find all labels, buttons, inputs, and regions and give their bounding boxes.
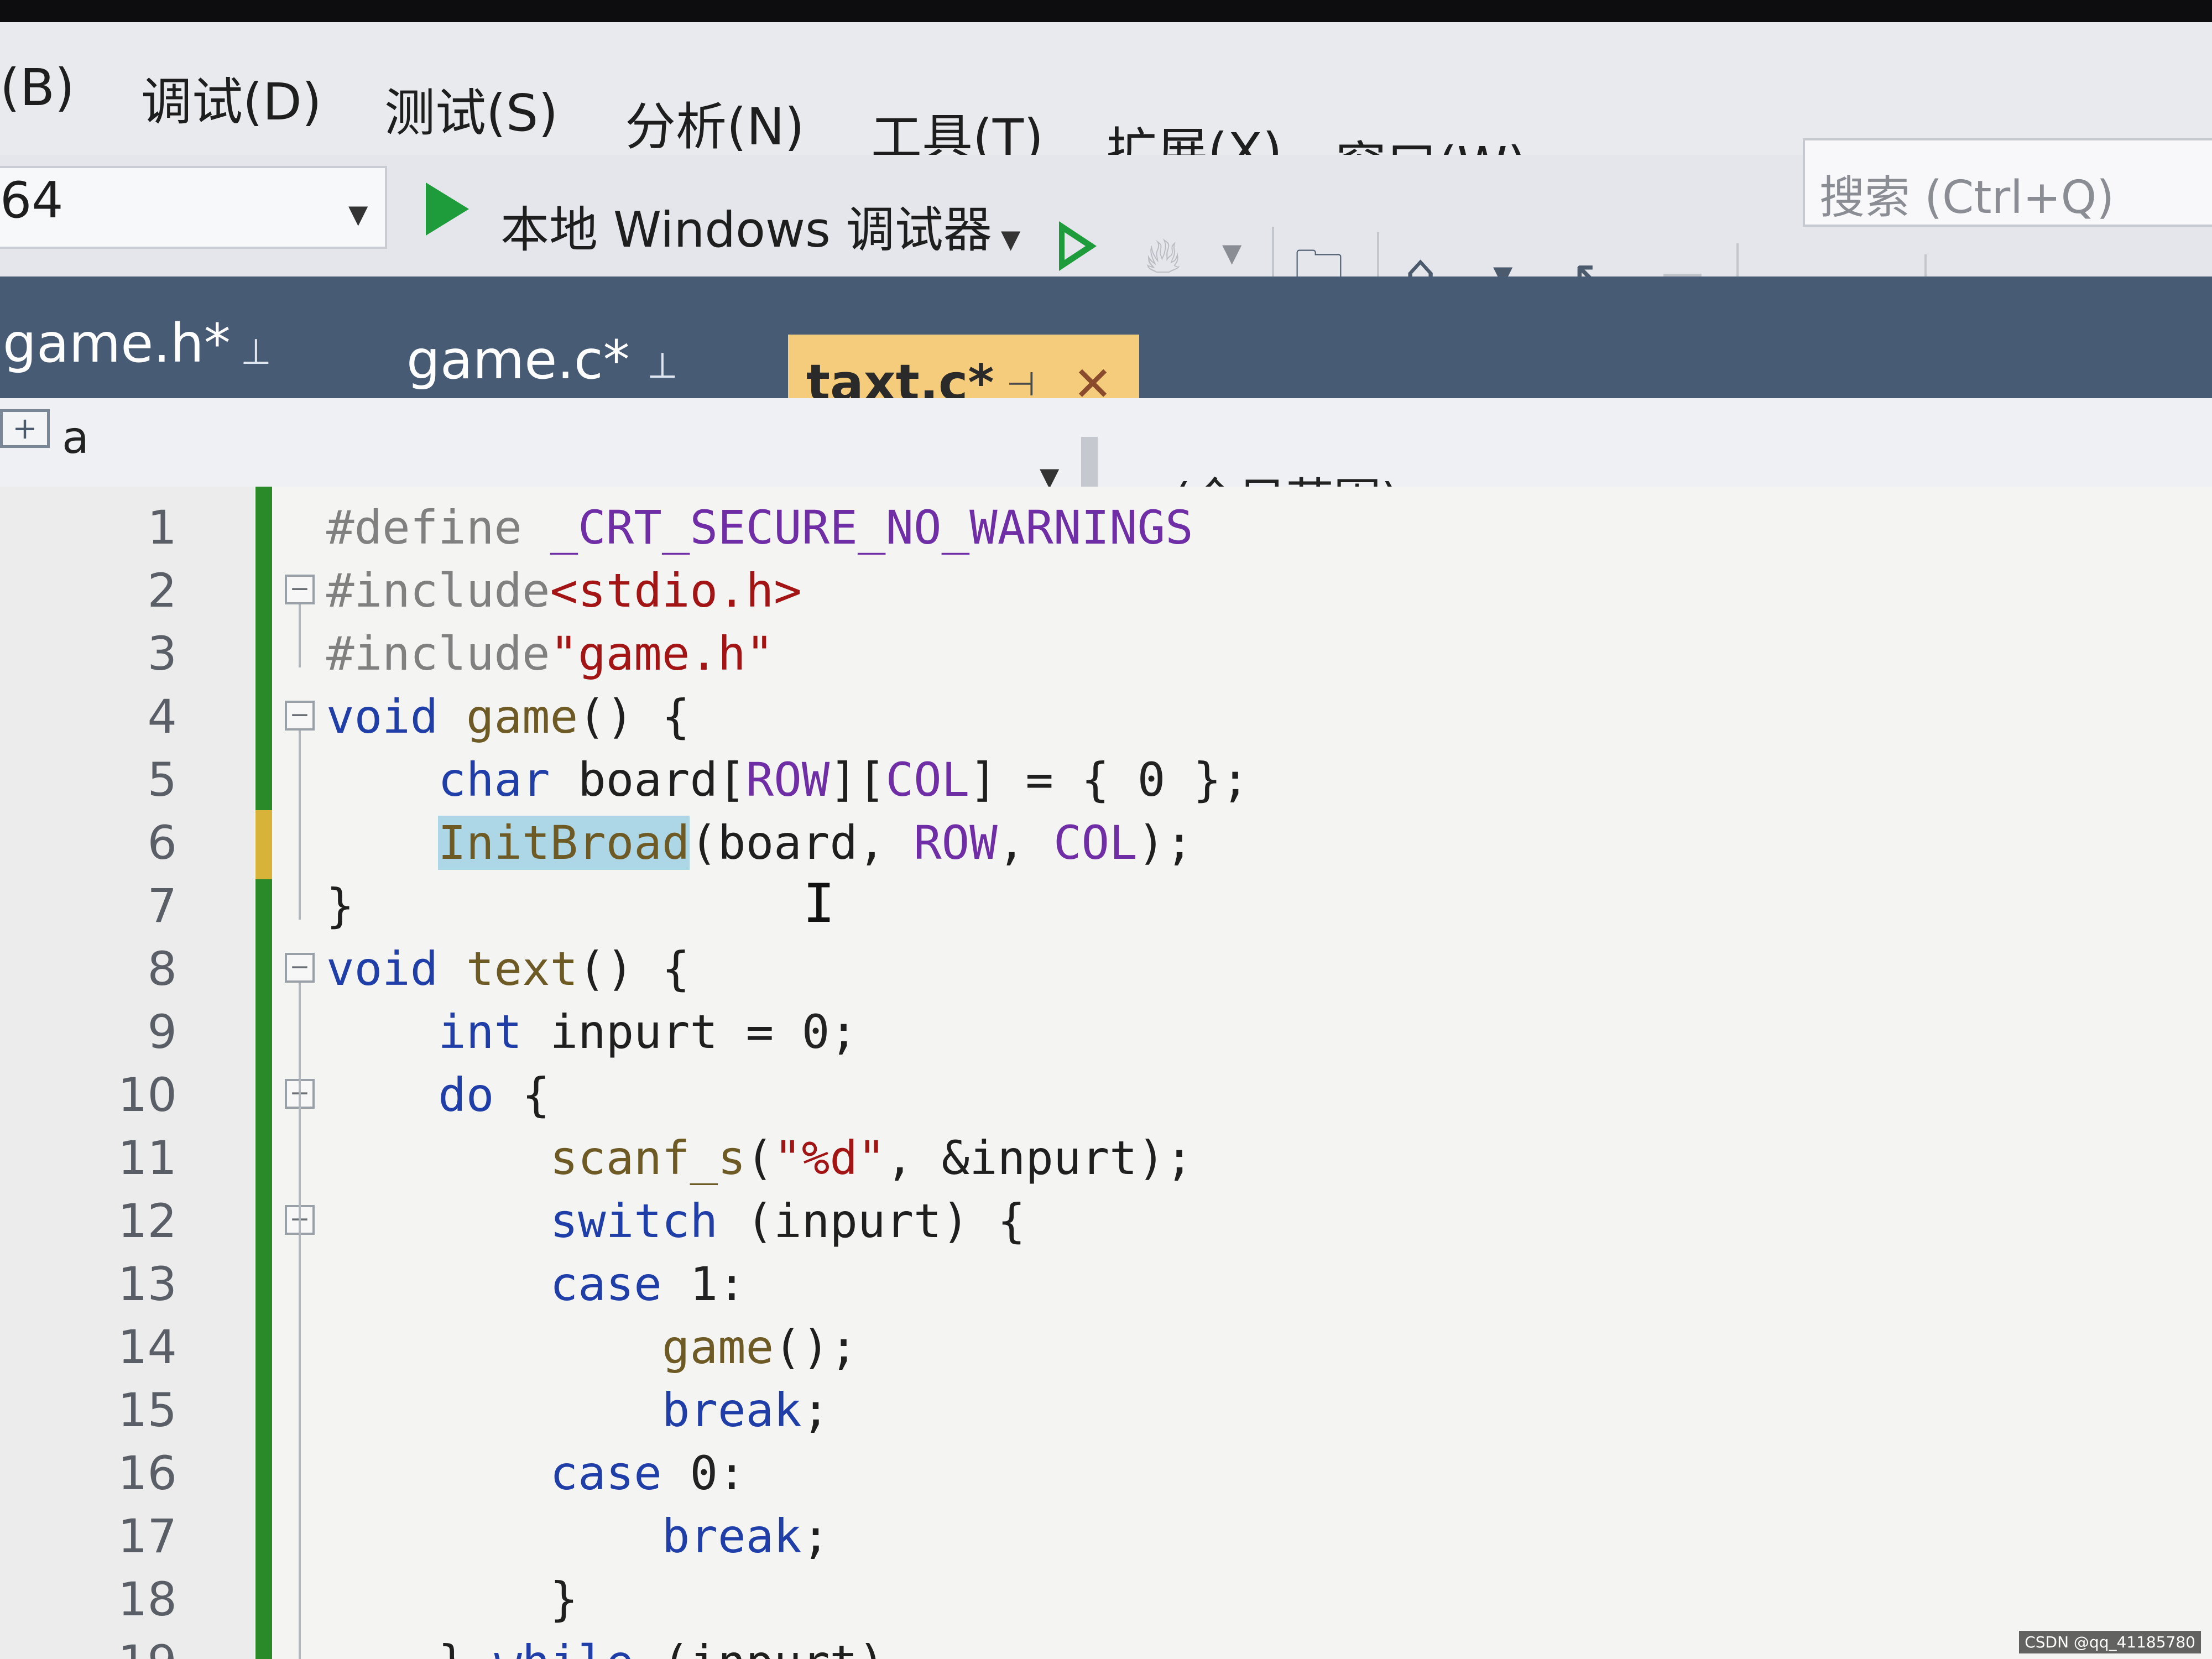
code-line[interactable]: do { xyxy=(326,1068,550,1122)
menu-analyze[interactable]: 分析(N) xyxy=(625,86,805,159)
fold-guide xyxy=(299,1235,301,1613)
watermark: CSDN @qq_41185780 xyxy=(2019,1631,2201,1653)
text-cursor-icon: I xyxy=(803,873,835,935)
tab-game-h[interactable]: game.h* xyxy=(3,312,231,374)
start-debugger-button[interactable]: 本地 Windows 调试器 xyxy=(500,191,992,261)
fold-guide xyxy=(299,604,301,667)
code-line[interactable]: InitBroad(board, ROW, COL); xyxy=(326,816,1193,870)
collapse-icon[interactable]: − xyxy=(285,575,315,604)
line-number: 19 xyxy=(0,1635,177,1659)
unsaved-change-marker xyxy=(255,810,272,879)
code-line[interactable]: #include<stdio.h> xyxy=(326,564,802,618)
ide-window: (B) 调试(D) 测试(S) 分析(N) 工具(T) 扩展(X) 窗口(W) … xyxy=(0,0,2212,1659)
play-outline-fill xyxy=(1065,232,1086,260)
code-line[interactable]: game(); xyxy=(326,1320,858,1374)
pin-icon[interactable]: ⊥ xyxy=(647,346,678,387)
code-line[interactable]: break; xyxy=(326,1509,830,1563)
line-number: 12 xyxy=(118,1194,177,1248)
line-number: 9 xyxy=(147,1005,177,1059)
collapse-icon[interactable]: − xyxy=(285,953,315,983)
code-line[interactable]: scanf_s("%d", &inpurt); xyxy=(326,1131,1193,1185)
change-tracking-bar xyxy=(255,487,272,1659)
code-line[interactable]: char board[ROW][COL] = { 0 }; xyxy=(326,753,1249,807)
line-number: 15 xyxy=(118,1383,177,1437)
menu-test[interactable]: 测试(S) xyxy=(384,72,558,145)
fold-guide xyxy=(299,731,301,920)
code-line[interactable]: void game() { xyxy=(326,690,690,744)
pin-icon[interactable]: ⊥ xyxy=(241,332,272,373)
line-number: 8 xyxy=(147,942,177,996)
chevron-down-icon[interactable]: ▼ xyxy=(1001,224,1020,254)
code-line[interactable]: case 0: xyxy=(326,1446,746,1500)
line-number: 13 xyxy=(118,1257,177,1311)
line-number: 5 xyxy=(147,753,177,807)
code-line[interactable]: case 1: xyxy=(326,1257,746,1311)
menu-debug[interactable]: 调试(D) xyxy=(141,61,322,134)
search-placeholder: 搜索 (Ctrl+Q) xyxy=(1819,171,2115,224)
code-line[interactable]: } xyxy=(326,879,354,933)
line-number: 11 xyxy=(118,1131,177,1185)
code-line[interactable]: int inpurt = 0; xyxy=(326,1005,858,1059)
line-number: 3 xyxy=(147,627,177,681)
tab-game-c[interactable]: game.c* xyxy=(406,329,630,391)
code-line[interactable]: break; xyxy=(326,1383,830,1437)
line-number: 2 xyxy=(147,564,177,618)
line-number: 16 xyxy=(118,1446,177,1500)
line-number: 18 xyxy=(118,1572,177,1626)
line-number: 1 xyxy=(147,500,177,555)
line-number: 4 xyxy=(147,690,177,744)
platform-value: 64 xyxy=(0,171,64,229)
line-number: 7 xyxy=(147,879,177,933)
code-line[interactable]: #define _CRT_SECURE_NO_WARNINGS xyxy=(326,500,1193,555)
collapse-icon[interactable]: − xyxy=(285,701,315,731)
menu-build[interactable]: (B) xyxy=(0,58,75,117)
line-number: 17 xyxy=(118,1509,177,1563)
code-line[interactable]: void text() { xyxy=(326,942,690,996)
code-line[interactable]: #include"game.h" xyxy=(326,627,774,681)
project-icon: + xyxy=(0,409,50,448)
line-number: 10 xyxy=(118,1068,177,1122)
chevron-down-icon[interactable]: ▼ xyxy=(348,199,368,229)
code-line[interactable]: } xyxy=(326,1572,578,1626)
line-number: 6 xyxy=(147,816,177,870)
line-number: 14 xyxy=(118,1320,177,1374)
code-line[interactable]: } while (inpurt) xyxy=(326,1635,885,1659)
project-dropdown[interactable]: a xyxy=(62,412,89,463)
chevron-down-icon[interactable]: ▼ xyxy=(1222,238,1241,268)
code-line[interactable]: switch (inpurt) { xyxy=(326,1194,1026,1248)
start-debugging-icon[interactable] xyxy=(426,182,469,236)
